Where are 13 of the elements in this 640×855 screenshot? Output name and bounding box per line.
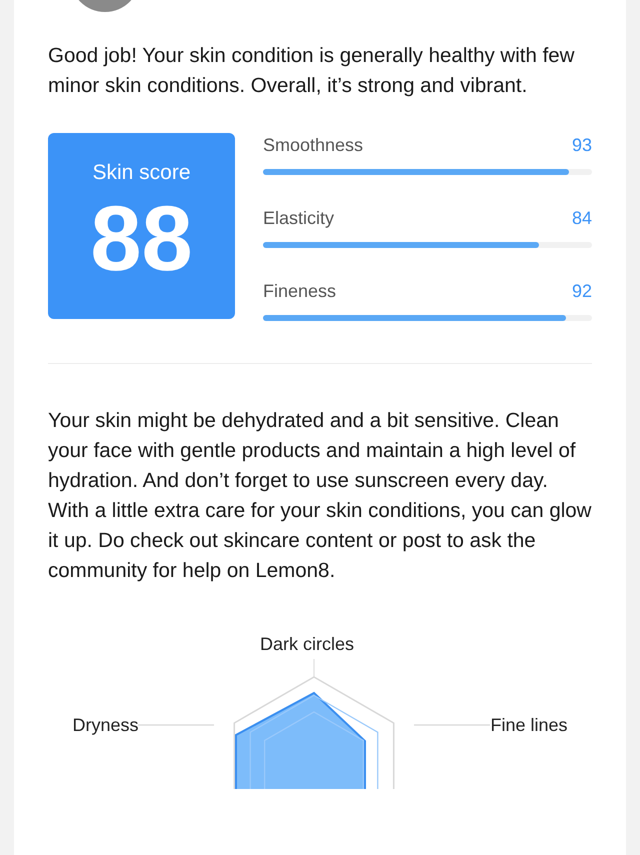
axis-label: Fine lines	[490, 714, 568, 736]
metric-value: 92	[572, 281, 592, 302]
metric-name: Elasticity	[263, 208, 334, 229]
advice-text: Your skin might be dehydrated and a bit sensitive. Clean your face with gentle products and maintain a high level of hydration. And don’t forget to use sunscreen every day. With a little extra care for your skin conditions, you can glow it up. Do check out skincare content or post to ask the community for help on Lemon8.	[48, 408, 592, 584]
metric-name: Smoothness	[263, 135, 364, 156]
summary-text: Good job! Your skin condition is generally healthy with few minor skin conditions. Overall, it’s strong and vibrant.	[48, 43, 576, 99]
score-label: Skin score	[92, 161, 191, 185]
metric-value: 93	[572, 135, 592, 156]
axis-label: Dryness	[72, 714, 138, 736]
metric-value: 84	[572, 208, 592, 229]
score-value: 88	[90, 191, 193, 287]
metric-name: Fineness	[263, 281, 336, 302]
axis-label: Dark circles	[260, 634, 354, 655]
